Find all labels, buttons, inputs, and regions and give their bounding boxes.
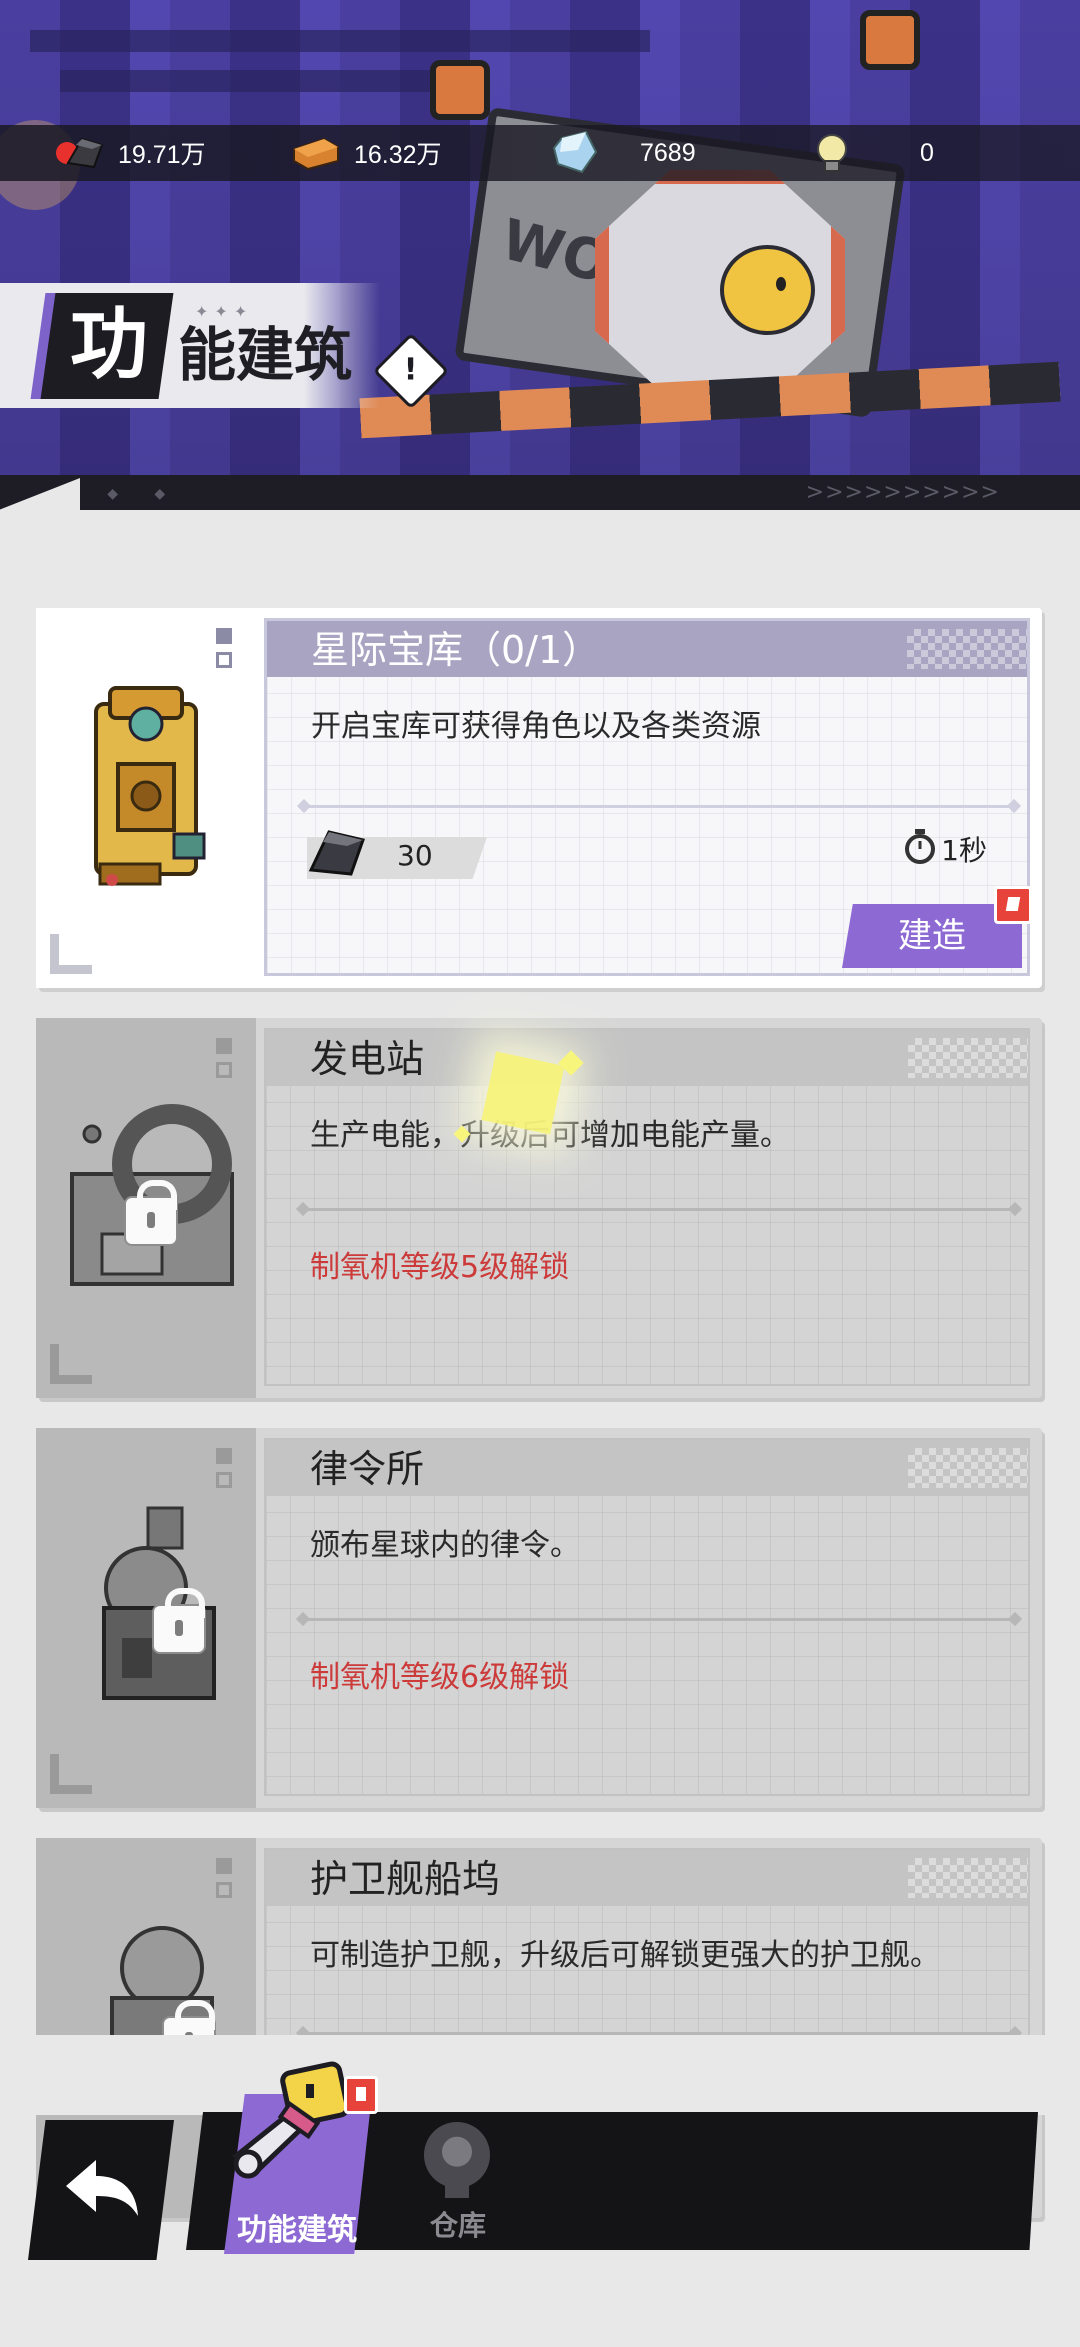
header-banner: WORK ◇ ◆ ◆ >>>>>>>>>>: [0, 0, 1080, 510]
building-info-panel: 律令所 颁布星球内的律令。 制氧机等级6级解锁: [264, 1438, 1030, 1796]
timer-icon: [905, 829, 935, 864]
resource-bulb-value: 0: [920, 138, 934, 167]
resource-wood[interactable]: 16.32万: [290, 125, 442, 181]
building-info-panel: 发电站 生产电能，升级后可增加电能产量。 制氧机等级5级解锁: [264, 1028, 1030, 1386]
wood-icon: [293, 137, 339, 171]
building-name: 律令所: [310, 1447, 425, 1491]
unlock-requirement: 制氧机等级5级解锁: [310, 1250, 570, 1285]
chick-mascot-icon: [720, 245, 815, 335]
tab-label: 功能建筑: [237, 2213, 357, 2248]
page-title: 能建筑: [178, 321, 353, 389]
page-title-first-char: 功: [70, 300, 149, 390]
building-name: 星际宝库（0/1）: [311, 628, 601, 672]
lock-icon: [154, 1588, 205, 1652]
vault-building-icon: [94, 686, 206, 886]
warehouse-icon[interactable]: [424, 2122, 490, 2198]
building-description: 生产电能，升级后可增加电能产量。: [310, 1118, 790, 1153]
tab-label[interactable]: 仓库: [420, 2204, 496, 2244]
crystal-icon: [552, 130, 598, 174]
resource-bulb[interactable]: 0: [808, 125, 934, 181]
resource-crystal[interactable]: 7689: [552, 125, 696, 181]
divider: [304, 1208, 1014, 1211]
building-thumbnail: [36, 1018, 256, 1398]
building-name: 发电站: [310, 1037, 425, 1081]
lamp-icon: [860, 10, 920, 70]
building-description: 颁布星球内的律令。: [310, 1528, 580, 1563]
unlock-requirement: 制氧机等级6级解锁: [310, 1660, 570, 1695]
build-alert-icon: [994, 886, 1032, 924]
header-footer-strip: ◇ ◆ ◆ >>>>>>>>>>: [0, 475, 1080, 510]
divider: [304, 1618, 1014, 1621]
resource-crystal-value: 7689: [640, 138, 696, 167]
lock-icon: [126, 1180, 177, 1244]
building-card-vault[interactable]: 星际宝库（0/1） 开启宝库可获得角色以及各类资源 30 1秒 建造: [36, 608, 1042, 988]
building-thumbnail: [36, 608, 256, 988]
lamp-icon: [430, 60, 490, 120]
cost-value: 30: [397, 839, 433, 872]
list-clip: [0, 2035, 1080, 2115]
resource-wood-value: 16.32万: [354, 141, 442, 169]
bulb-icon: [817, 134, 847, 172]
building-description: 开启宝库可获得角色以及各类资源: [311, 709, 761, 744]
resource-ore-value: 19.71万: [118, 141, 206, 169]
building-thumbnail: [36, 1428, 256, 1808]
ore-icon: [66, 137, 104, 169]
resource-ore[interactable]: 19.71万: [62, 125, 206, 181]
building-card-decree-hall[interactable]: 律令所 颁布星球内的律令。 制氧机等级6级解锁: [36, 1428, 1042, 1808]
building-description: 可制造护卫舰，升级后可解锁更强大的护卫舰。: [310, 1938, 940, 1973]
tab-alert-icon: [344, 2076, 378, 2114]
divider: [305, 805, 1013, 808]
building-name: 护卫舰船坞: [310, 1857, 501, 1901]
back-button[interactable]: [28, 2120, 174, 2260]
sparkle-effect: [481, 1051, 565, 1135]
title-decoration: ✦✦✦: [195, 302, 254, 321]
ore-icon: [308, 830, 365, 876]
back-arrow-icon: [66, 2160, 138, 2216]
build-time: 1秒: [941, 834, 987, 867]
